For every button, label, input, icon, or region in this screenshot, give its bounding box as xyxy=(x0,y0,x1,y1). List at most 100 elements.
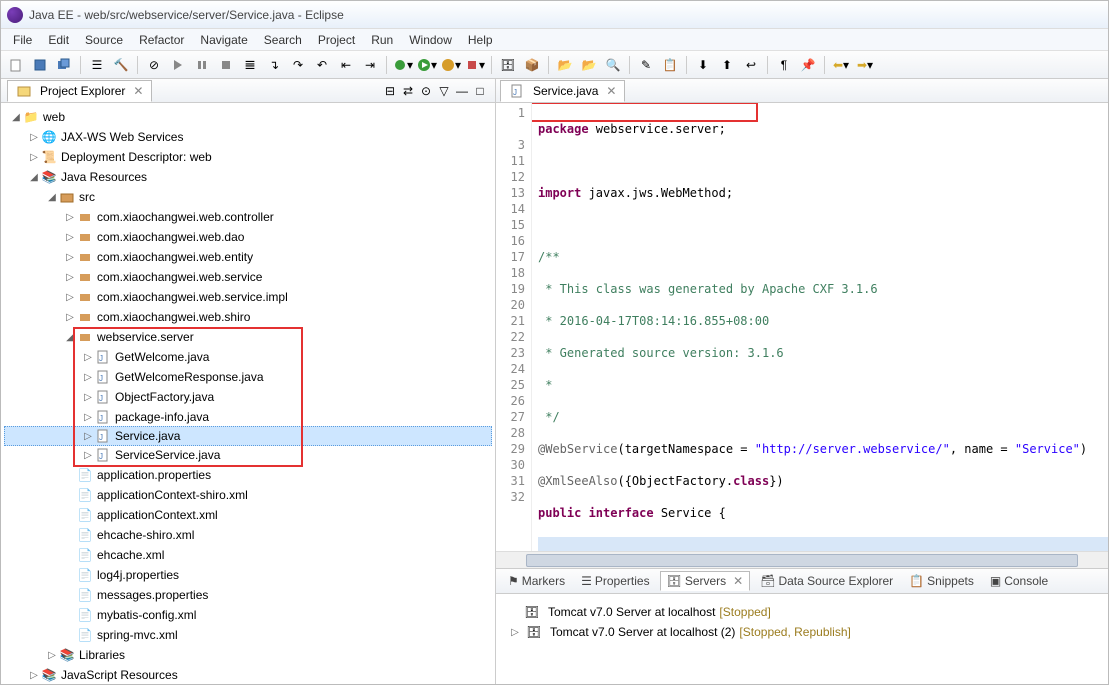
tree-file-ehshiro[interactable]: 📄ehcache-shiro.xml xyxy=(5,525,495,545)
external-tools-button[interactable]: ▾ xyxy=(464,54,486,76)
expand-arrow[interactable]: ▷ xyxy=(508,627,522,638)
menu-file[interactable]: File xyxy=(5,31,40,49)
focus-button[interactable]: ⊙ xyxy=(418,83,434,99)
forward-button[interactable]: ➡▾ xyxy=(854,54,876,76)
new-button[interactable] xyxy=(5,54,27,76)
server-row-1[interactable]: 🗄 Tomcat v7.0 Server at localhost [Stopp… xyxy=(508,602,1096,622)
pin-button[interactable]: 📌 xyxy=(797,54,819,76)
open-type-button[interactable]: 📂 xyxy=(554,54,576,76)
tab-console[interactable]: ▣Console xyxy=(984,572,1054,590)
menu-refactor[interactable]: Refactor xyxy=(131,31,192,49)
tree-file-service[interactable]: ▷JService.java xyxy=(4,426,492,446)
menu-search[interactable]: Search xyxy=(256,31,310,49)
step-filter-button[interactable]: ⇥ xyxy=(359,54,381,76)
show-whitespace-button[interactable]: ¶ xyxy=(773,54,795,76)
minimize-button[interactable]: — xyxy=(454,83,470,99)
annotation-button[interactable]: 📋 xyxy=(659,54,681,76)
menu-project[interactable]: Project xyxy=(310,31,363,49)
project-explorer-tab[interactable]: Project Explorer ✕ xyxy=(7,80,152,102)
link-editor-button[interactable]: ⇄ xyxy=(400,83,416,99)
tree-pkg-service[interactable]: ▷com.xiaochangwei.web.service xyxy=(5,267,495,287)
tree-pkg-service-impl[interactable]: ▷com.xiaochangwei.web.service.impl xyxy=(5,287,495,307)
save-button[interactable] xyxy=(29,54,51,76)
tree-jsres[interactable]: ▷📚JavaScript Resources xyxy=(5,665,495,684)
open-task-button[interactable]: 📂 xyxy=(578,54,600,76)
tree-file-log4j[interactable]: 📄log4j.properties xyxy=(5,565,495,585)
close-icon[interactable]: ✕ xyxy=(606,84,616,98)
tree-pkg-webservice-server[interactable]: ◢webservice.server xyxy=(5,327,495,347)
tree-file-ehcache[interactable]: 📄ehcache.xml xyxy=(5,545,495,565)
next-annotation-button[interactable]: ⬇ xyxy=(692,54,714,76)
new-server-button[interactable]: 🗄 xyxy=(497,54,519,76)
editor-hscroll[interactable] xyxy=(496,551,1108,568)
menu-navigate[interactable]: Navigate xyxy=(192,31,255,49)
tree-jaxws[interactable]: ▷🌐JAX-WS Web Services xyxy=(5,127,495,147)
last-edit-button[interactable]: ↩ xyxy=(740,54,762,76)
disconnect-button[interactable]: 𝌆 xyxy=(239,54,261,76)
tree-file-serviceservice[interactable]: ▷JServiceService.java xyxy=(5,445,495,465)
server-row-2[interactable]: ▷ 🗄 Tomcat v7.0 Server at localhost (2) … xyxy=(508,622,1096,642)
skip-breakpoints-button[interactable]: ⊘ xyxy=(143,54,165,76)
tree-deploy[interactable]: ▷📜Deployment Descriptor: web xyxy=(5,147,495,167)
tree-file-objectfactory[interactable]: ▷JObjectFactory.java xyxy=(5,387,495,407)
tree-file-getwelcome[interactable]: ▷JGetWelcome.java xyxy=(5,347,495,367)
back-button[interactable]: ⬅▾ xyxy=(830,54,852,76)
search-button[interactable]: 🔍 xyxy=(602,54,624,76)
close-icon[interactable]: ✕ xyxy=(733,574,743,588)
tab-dse[interactable]: 🗃Data Source Explorer xyxy=(754,572,899,590)
tree-file-ctx[interactable]: 📄applicationContext.xml xyxy=(5,505,495,525)
menu-help[interactable]: Help xyxy=(460,31,501,49)
step-over-button[interactable]: ↷ xyxy=(287,54,309,76)
menu-source[interactable]: Source xyxy=(77,31,131,49)
toggle-breadcrumb-button[interactable]: ☰ xyxy=(86,54,108,76)
collapse-all-button[interactable]: ⊟ xyxy=(382,83,398,99)
tree-file-appprops[interactable]: 📄application.properties xyxy=(5,465,495,485)
tab-snippets[interactable]: 📋Snippets xyxy=(903,572,980,590)
tree-pkg-dao[interactable]: ▷com.xiaochangwei.web.dao xyxy=(5,227,495,247)
tab-markers[interactable]: ⚑Markers xyxy=(502,572,571,590)
save-all-button[interactable] xyxy=(53,54,75,76)
tree-src[interactable]: ◢src xyxy=(5,187,495,207)
close-icon[interactable]: ✕ xyxy=(133,84,143,98)
resume-button[interactable] xyxy=(167,54,189,76)
tab-properties[interactable]: ☰Properties xyxy=(575,572,655,590)
menu-window[interactable]: Window xyxy=(401,31,460,49)
step-return-button[interactable]: ↶ xyxy=(311,54,333,76)
xml-file-icon: 📄 xyxy=(77,627,93,643)
scroll-thumb[interactable] xyxy=(526,554,1078,567)
pause-button[interactable] xyxy=(191,54,213,76)
toggle-mark-button[interactable]: ✎ xyxy=(635,54,657,76)
drop-to-frame-button[interactable]: ⇤ xyxy=(335,54,357,76)
tree-file-getwelcomeresponse[interactable]: ▷JGetWelcomeResponse.java xyxy=(5,367,495,387)
servers-view[interactable]: 🗄 Tomcat v7.0 Server at localhost [Stopp… xyxy=(496,594,1108,684)
build-button[interactable]: 🔨 xyxy=(110,54,132,76)
tree-pkg-shiro[interactable]: ▷com.xiaochangwei.web.shiro xyxy=(5,307,495,327)
prev-annotation-button[interactable]: ⬆ xyxy=(716,54,738,76)
tree-file-messages[interactable]: 📄messages.properties xyxy=(5,585,495,605)
tree-project[interactable]: ◢📁web xyxy=(5,107,495,127)
step-into-button[interactable]: ↴ xyxy=(263,54,285,76)
code-editor[interactable]: 1 3 11 12 13 14 15 16 17 18 19 20 21 22 … xyxy=(496,103,1108,551)
new-jpa-button[interactable]: 📦 xyxy=(521,54,543,76)
menu-edit[interactable]: Edit xyxy=(40,31,77,49)
tree-file-mybatis[interactable]: 📄mybatis-config.xml xyxy=(5,605,495,625)
project-tree[interactable]: ◢📁web ▷🌐JAX-WS Web Services ▷📜Deployment… xyxy=(1,103,495,684)
tree-javares[interactable]: ◢📚Java Resources xyxy=(5,167,495,187)
code-content[interactable]: package webservice.server; import javax.… xyxy=(532,103,1108,551)
debug-button[interactable]: ▾ xyxy=(392,54,414,76)
tree-libraries[interactable]: ▷📚Libraries xyxy=(5,645,495,665)
stop-button[interactable] xyxy=(215,54,237,76)
tree-file-ctxshiro[interactable]: 📄applicationContext-shiro.xml xyxy=(5,485,495,505)
tree-pkg-controller[interactable]: ▷com.xiaochangwei.web.controller xyxy=(5,207,495,227)
view-menu-button[interactable]: ▽ xyxy=(436,83,452,99)
tree-file-packageinfo[interactable]: ▷Jpackage-info.java xyxy=(5,407,495,427)
menu-run[interactable]: Run xyxy=(363,31,401,49)
tab-servers[interactable]: 🗄Servers✕ xyxy=(660,571,751,591)
run-button[interactable]: ▾ xyxy=(416,54,438,76)
tree-pkg-entity[interactable]: ▷com.xiaochangwei.web.entity xyxy=(5,247,495,267)
run-last-button[interactable]: ▾ xyxy=(440,54,462,76)
server-icon: 🗄 xyxy=(526,624,542,640)
tree-file-springmvc[interactable]: 📄spring-mvc.xml xyxy=(5,625,495,645)
editor-tab-service[interactable]: J Service.java ✕ xyxy=(500,80,625,102)
maximize-button[interactable]: □ xyxy=(472,83,488,99)
